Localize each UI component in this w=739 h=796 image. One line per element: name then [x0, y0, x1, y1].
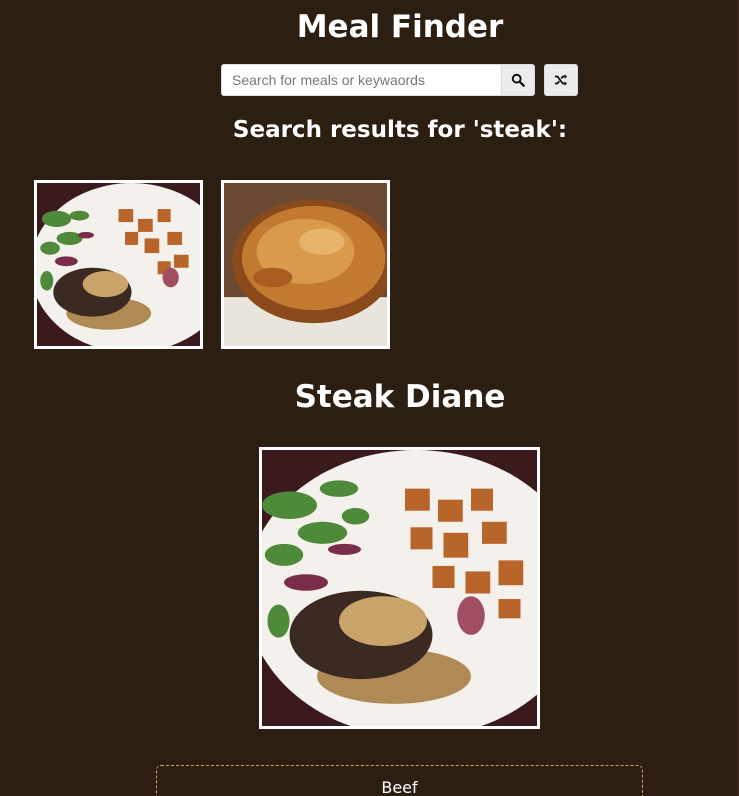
search-icon — [511, 73, 525, 87]
shuffle-icon — [554, 74, 568, 86]
search-form — [221, 64, 535, 96]
meal-result-steak-pie[interactable] — [221, 180, 390, 349]
results-heading: Search results for 'steak': — [232, 117, 568, 143]
meal-result-steak-diane[interactable] — [34, 180, 203, 349]
meal-title: Steak Diane — [294, 379, 506, 415]
meal-detail-image — [259, 447, 540, 729]
meal-category: Beef — [156, 765, 643, 796]
search-button[interactable] — [501, 64, 535, 96]
meal-thumbnail-image — [224, 183, 387, 346]
search-input[interactable] — [221, 64, 501, 96]
steak-diane-photo — [262, 450, 537, 726]
random-meal-button[interactable] — [544, 64, 578, 96]
app-title: Meal Finder — [296, 9, 504, 45]
meal-thumbnail-image — [37, 183, 200, 346]
meal-finder-page: Meal Finder Search results for 'steak': — [0, 0, 739, 796]
meal-category-label: Beef — [381, 778, 418, 796]
